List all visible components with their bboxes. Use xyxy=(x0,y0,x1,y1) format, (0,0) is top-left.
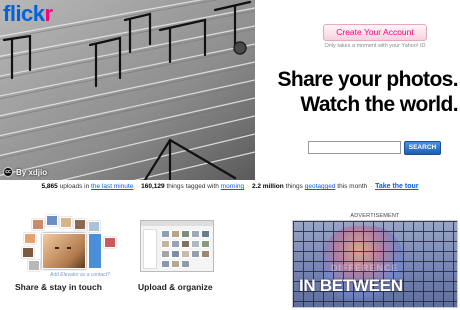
tagged-count: 160,129 xyxy=(141,183,165,190)
logo-accent: r xyxy=(44,1,54,26)
advertisement-label: ADVERTISEMENT xyxy=(350,213,400,219)
organizer-thumb xyxy=(181,260,190,268)
contact-thumb xyxy=(46,215,58,226)
share-feature-label[interactable]: Share & stay in touch xyxy=(15,282,102,292)
organizer-thumb xyxy=(171,250,180,258)
add-contact-text: Add Elevator as a contact? xyxy=(50,272,110,278)
tagline-line-1: Share your photos. xyxy=(277,68,458,91)
contact-thumb xyxy=(104,237,116,248)
hero-photo[interactable]: flickr cc By xdjio xyxy=(0,0,255,180)
advertisement-banner[interactable]: DIFFERENCE IN BETWEEN xyxy=(292,220,458,308)
upload-feature-label[interactable]: Upload & organize xyxy=(138,282,213,292)
organizer-thumb xyxy=(191,230,200,238)
contact-thumb xyxy=(24,233,36,244)
organizer-thumb xyxy=(181,250,190,258)
tagged-text: things tagged with xyxy=(166,183,219,190)
stairs-photo xyxy=(0,0,255,180)
geotagged-pre-text: things xyxy=(285,183,303,190)
create-account-button[interactable]: Create Your Account xyxy=(323,24,427,41)
contact-thumb xyxy=(32,219,44,230)
creative-commons-icon: cc xyxy=(3,167,13,177)
organizer-thumb xyxy=(161,250,170,258)
organizer-thumb xyxy=(161,230,170,238)
ad-headline-small: DIFFERENCE xyxy=(331,263,399,273)
geotagged-post-text: this month xyxy=(337,183,368,190)
uploads-count: 5,865 xyxy=(41,183,58,190)
organizer-thumb xyxy=(171,260,180,268)
organizer-thumb xyxy=(191,250,200,258)
uploads-text: uploads in xyxy=(59,183,90,190)
search-input[interactable] xyxy=(308,141,401,154)
logo-main: flick xyxy=(3,1,45,26)
contact-thumb xyxy=(22,247,34,258)
ad-headline: IN BETWEEN xyxy=(299,276,403,295)
flickr-logo[interactable]: flickr xyxy=(3,2,53,26)
organizer-thumb xyxy=(161,260,170,268)
contact-panel xyxy=(88,233,102,269)
morning-tag-link[interactable]: morning xyxy=(221,183,244,190)
share-collage-image[interactable]: Add Elevator as a contact? xyxy=(22,215,122,278)
last-minute-link[interactable]: the last minute xyxy=(91,183,133,190)
photo-credit[interactable]: cc By xdjio xyxy=(3,167,47,177)
take-tour-link[interactable]: Take the tour xyxy=(375,183,418,190)
upload-organizer-screenshot[interactable] xyxy=(140,220,214,272)
contact-thumb xyxy=(74,219,86,230)
organizer-thumb xyxy=(161,240,170,248)
organizer-thumb xyxy=(181,240,190,248)
contact-thumb xyxy=(60,217,72,228)
organizer-thumb xyxy=(171,230,180,238)
geotagged-link[interactable]: geotagged xyxy=(305,183,336,190)
organizer-thumb xyxy=(201,230,210,238)
separator: · xyxy=(246,183,250,190)
contact-thumb xyxy=(28,260,40,271)
organizer-thumb xyxy=(191,240,200,248)
photo-credit-text: By xdjio xyxy=(16,167,48,177)
geotagged-count: 2.2 million xyxy=(251,183,284,190)
organizer-thumb xyxy=(201,240,210,248)
featured-contact-photo xyxy=(42,233,86,269)
separator: · xyxy=(370,183,373,190)
organizer-thumb xyxy=(181,230,190,238)
separator: · xyxy=(136,183,139,190)
organizer-thumb xyxy=(201,250,210,258)
create-account-subtext: Only takes a moment with your Yahoo! ID xyxy=(324,43,426,49)
organizer-thumb xyxy=(171,240,180,248)
tagline-line-2: Watch the world. xyxy=(300,93,458,116)
activity-stats: 5,865 uploads in the last minute · 160,1… xyxy=(0,183,460,190)
contact-thumb xyxy=(88,221,100,232)
search-button[interactable]: SEARCH xyxy=(404,141,441,155)
